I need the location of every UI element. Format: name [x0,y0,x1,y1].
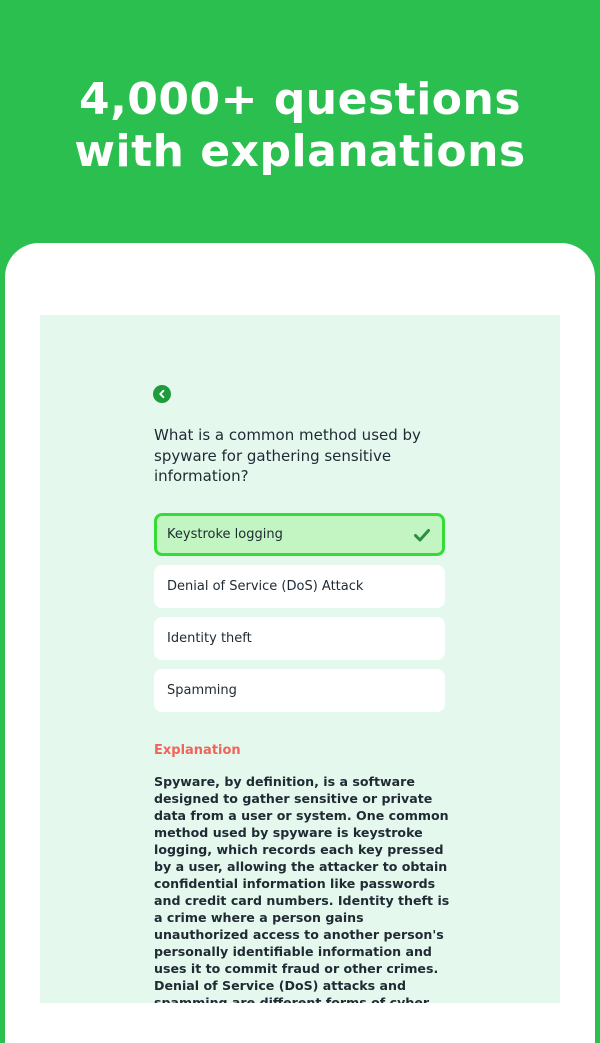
answer-option-label: Spamming [167,683,237,698]
back-button[interactable] [153,385,171,403]
headline-line-2: with explanations [74,126,526,177]
chevron-left-icon [159,389,165,399]
answer-option[interactable]: Spamming [154,669,445,712]
answer-option[interactable]: Identity theft [154,617,445,660]
answer-option-label: Denial of Service (DoS) Attack [167,579,364,594]
checkmark-icon [414,528,430,541]
answer-option[interactable]: Denial of Service (DoS) Attack [154,565,445,608]
question-text: What is a common method used by spyware … [154,426,421,485]
explanation-text: Spyware, by definition, is a software de… [154,774,450,1003]
device-frame: What is a common method used by spyware … [5,243,595,1043]
answer-option-correct[interactable]: Keystroke logging [154,513,445,556]
answer-option-label: Keystroke logging [167,527,283,542]
answer-option-label: Identity theft [167,631,252,646]
quiz-screen: What is a common method used by spyware … [40,315,560,1003]
answer-options: Keystroke logging Denial of Service (DoS… [154,513,445,721]
promo-headline: 4,000+ questions with explanations [0,74,600,178]
explanation-heading: Explanation [154,743,241,758]
headline-line-1: 4,000+ questions [78,74,522,125]
